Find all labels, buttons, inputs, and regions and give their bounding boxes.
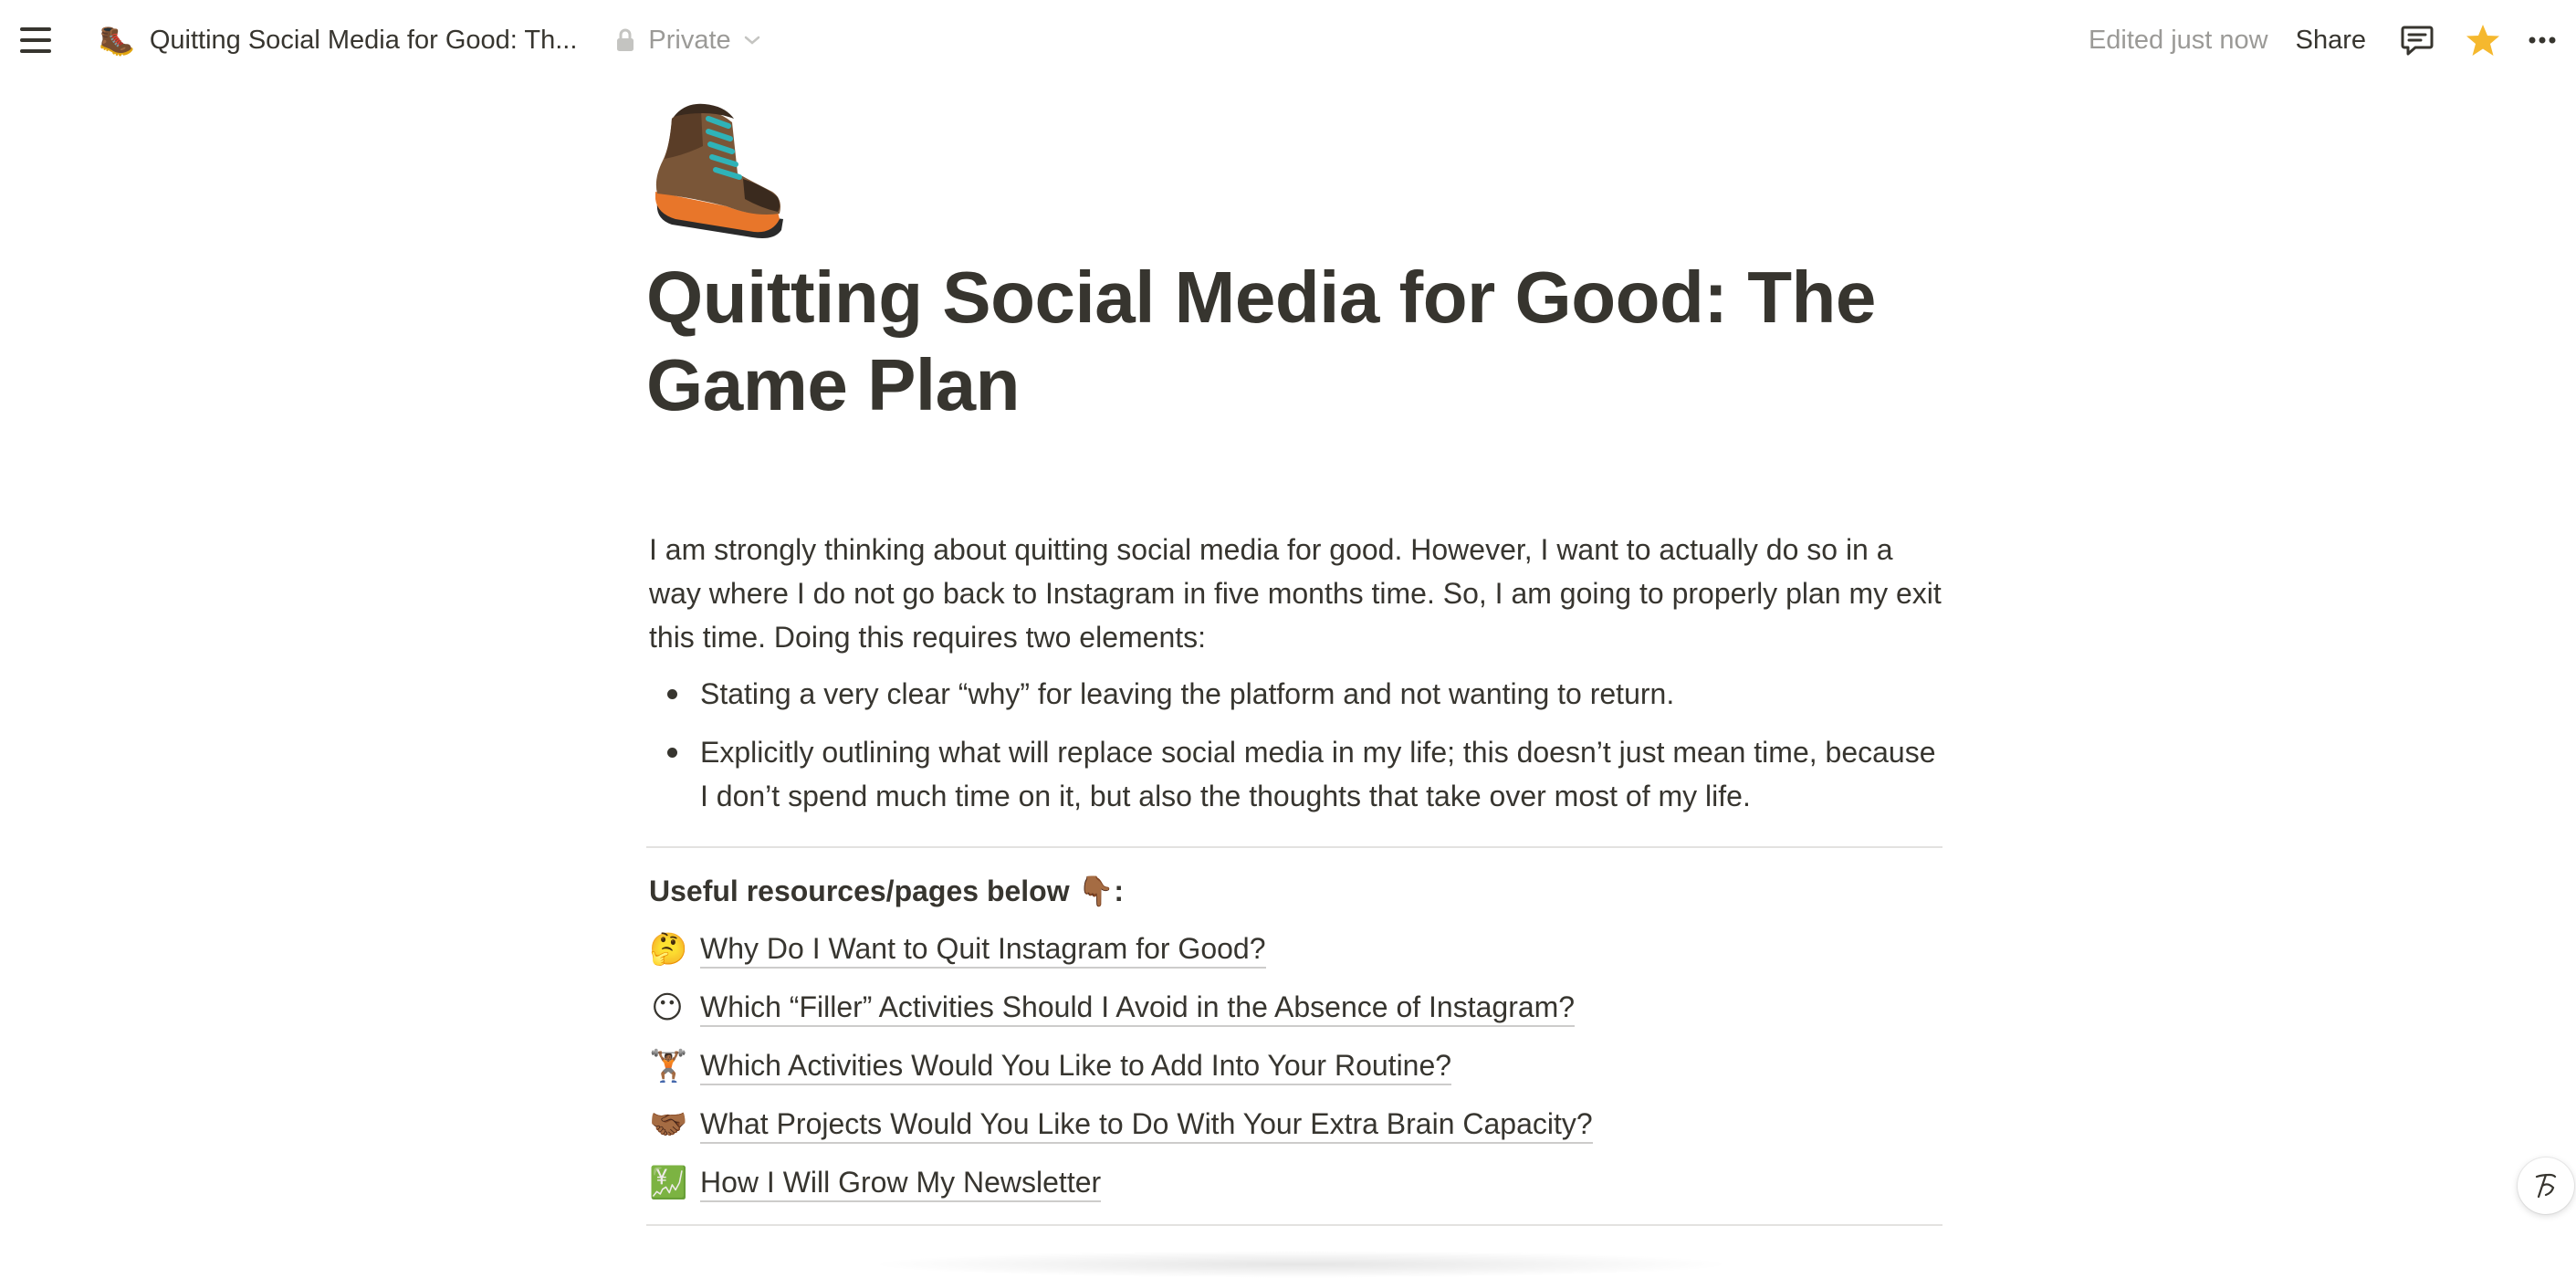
chart-increasing-icon: 💹: [649, 1166, 688, 1200]
hiking-boot-icon[interactable]: [644, 91, 791, 246]
page-body: I am strongly thinking about quitting so…: [649, 528, 1945, 833]
hamburger-menu-icon[interactable]: [20, 22, 57, 58]
privacy-dropdown[interactable]: Private: [615, 26, 759, 56]
page-link-label[interactable]: Why Do I Want to Quit Instagram for Good…: [700, 930, 1266, 969]
thinking-face-icon: 🤔: [649, 932, 688, 967]
page-link-label[interactable]: How I Will Grow My Newsletter: [700, 1164, 1102, 1202]
share-button[interactable]: Share: [2296, 26, 2366, 56]
page-content: Quitting Social Media for Good: The Game…: [644, 91, 1942, 425]
page-link-label[interactable]: What Projects Would You Like to Do With …: [700, 1105, 1593, 1144]
page-title[interactable]: Quitting Social Media for Good: The Game…: [646, 254, 1942, 429]
resources-section: Useful resources/pages below 👇🏾: 🤔 Why D…: [649, 869, 1945, 1220]
weightlifter-icon: 🏋🏾: [649, 1049, 688, 1084]
page-link-why-quit[interactable]: 🤔 Why Do I Want to Quit Instagram for Go…: [649, 927, 1945, 971]
mask-face-icon: 😶: [651, 990, 684, 1025]
page-link-filler-activities[interactable]: 😶 Which “Filler” Activities Should I Avo…: [649, 986, 1945, 1030]
bottom-shadow: [867, 1251, 1734, 1278]
top-bar: 🥾 Quitting Social Media for Good: Th... …: [0, 0, 2576, 80]
intro-paragraph[interactable]: I am strongly thinking about quitting so…: [649, 528, 1945, 659]
bullet-item[interactable]: Stating a very clear “why” for leaving t…: [649, 672, 1945, 716]
comment-icon[interactable]: [2399, 22, 2435, 58]
page-emoji-icon: 🥾: [99, 24, 135, 57]
edited-status: Edited just now: [2088, 25, 2268, 55]
topbar-actions: Edited just now Share: [2089, 22, 2556, 58]
breadcrumb-title: Quitting Social Media for Good: Th...: [149, 25, 578, 55]
handshake-icon: 🤝🏾: [649, 1107, 688, 1142]
ai-assistant-icon[interactable]: [2518, 1158, 2574, 1214]
divider: [646, 846, 1942, 848]
page-link-add-activities[interactable]: 🏋🏾 Which Activities Would You Like to Ad…: [649, 1044, 1945, 1088]
star-icon[interactable]: [2465, 22, 2501, 58]
page-link-newsletter[interactable]: 💹 How I Will Grow My Newsletter: [649, 1161, 1945, 1205]
page-link-label[interactable]: Which Activities Would You Like to Add I…: [700, 1047, 1452, 1085]
divider: [646, 1224, 1942, 1226]
bullet-item[interactable]: Explicitly outlining what will replace s…: [649, 730, 1945, 818]
page-link-projects[interactable]: 🤝🏾 What Projects Would You Like to Do Wi…: [649, 1103, 1945, 1147]
chevron-down-icon: [744, 36, 759, 45]
more-horizontal-icon[interactable]: [2529, 36, 2556, 45]
page-link-label[interactable]: Which “Filler” Activities Should I Avoid…: [700, 989, 1576, 1027]
privacy-label: Private: [648, 25, 731, 55]
ai-face-icon: [2535, 1173, 2557, 1199]
lock-icon: [617, 28, 634, 51]
resources-heading[interactable]: Useful resources/pages below 👇🏾:: [649, 869, 1945, 913]
bullet-list: Stating a very clear “why” for leaving t…: [649, 672, 1945, 818]
breadcrumb[interactable]: 🥾 Quitting Social Media for Good: Th...: [99, 23, 577, 58]
